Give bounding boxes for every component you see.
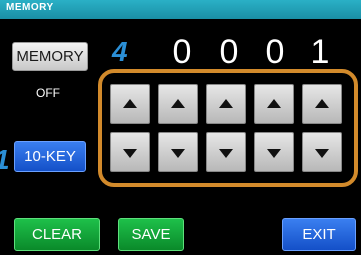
- memory-screen: MEMORY MEMORY OFF 1 10-KEY 4 0 0 0 1 CLE…: [0, 0, 361, 255]
- digit-down-button[interactable]: [302, 132, 342, 172]
- callout-marker-1: 1: [0, 144, 10, 176]
- digit-stepper-panel: [98, 69, 358, 187]
- screen-title: MEMORY: [6, 2, 54, 13]
- digit-down-button[interactable]: [110, 132, 150, 172]
- triangle-down-icon: [123, 149, 137, 158]
- triangle-up-icon: [219, 99, 233, 108]
- digit-down-button[interactable]: [254, 132, 294, 172]
- digit-3: 0: [265, 33, 285, 71]
- triangle-down-icon: [267, 149, 281, 158]
- digit-1: 0: [172, 33, 192, 71]
- callout-marker-4: 4: [112, 36, 128, 67]
- digit-up-button[interactable]: [302, 84, 342, 124]
- digit-down-button[interactable]: [158, 132, 198, 172]
- triangle-down-icon: [315, 149, 329, 158]
- digit-down-button[interactable]: [206, 132, 246, 172]
- digit-up-button[interactable]: [110, 84, 150, 124]
- exit-button[interactable]: EXIT: [282, 218, 356, 251]
- triangle-up-icon: [171, 99, 185, 108]
- digit-up-button[interactable]: [158, 84, 198, 124]
- digit-4: 1: [310, 33, 330, 71]
- triangle-up-icon: [123, 99, 137, 108]
- clear-button[interactable]: CLEAR: [14, 218, 100, 251]
- save-button[interactable]: SAVE: [118, 218, 184, 251]
- triangle-down-icon: [219, 149, 233, 158]
- digit-up-button[interactable]: [254, 84, 294, 124]
- triangle-down-icon: [171, 149, 185, 158]
- triangle-up-icon: [315, 99, 329, 108]
- triangle-up-icon: [267, 99, 281, 108]
- digit-2: 0: [219, 33, 239, 71]
- digit-up-button[interactable]: [206, 84, 246, 124]
- tenkey-button[interactable]: 10-KEY: [14, 141, 86, 172]
- memory-status: OFF: [36, 86, 60, 100]
- memory-button[interactable]: MEMORY: [12, 42, 88, 71]
- title-bar: MEMORY: [0, 0, 361, 19]
